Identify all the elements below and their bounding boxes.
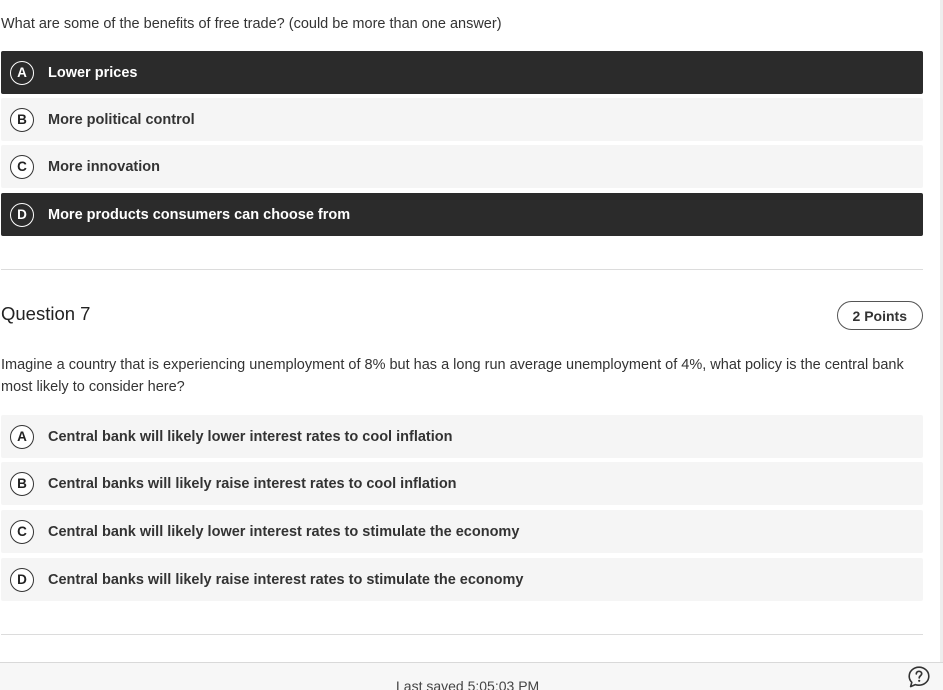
question-6-option-c[interactable]: C More innovation [1,145,923,188]
option-letter-badge: D [10,202,34,227]
question-7-title: Question 7 [1,303,91,324]
option-label: Central banks will likely raise interest… [48,571,524,588]
question-6-prompt: What are some of the benefits of free tr… [1,16,502,32]
option-label: More political control [48,111,195,128]
option-letter-badge: D [10,567,34,592]
question-7-option-c[interactable]: C Central bank will likely lower interes… [1,510,923,553]
footer-bar: Last saved 5:05:03 PM [0,662,943,690]
form-page: What are some of the benefits of free tr… [0,0,943,690]
last-saved-status: Last saved 5:05:03 PM [396,678,540,690]
option-label: More innovation [48,158,160,175]
option-label: Central bank will likely lower interest … [48,428,453,445]
help-question-icon[interactable] [907,665,931,689]
question-6-option-d[interactable]: D More products consumers can choose fro… [1,193,923,236]
option-letter-badge: B [10,471,34,496]
option-label: Central banks will likely raise interest… [48,475,457,492]
option-letter-badge: A [10,60,34,85]
question-divider [1,269,923,270]
question-6-option-a[interactable]: A Lower prices [1,51,923,94]
question-divider [1,634,923,635]
question-7-option-b[interactable]: B Central banks will likely raise intere… [1,462,923,505]
option-letter-badge: C [10,519,34,544]
question-7-option-a[interactable]: A Central bank will likely lower interes… [1,415,923,458]
question-6-option-b[interactable]: B More political control [1,98,923,141]
option-letter-badge: C [10,154,34,179]
points-badge: 2 Points [836,301,923,330]
question-7-option-d[interactable]: D Central banks will likely raise intere… [1,558,923,601]
option-label: Lower prices [48,64,138,81]
question-7-prompt: Imagine a country that is experiencing u… [1,357,904,395]
option-letter-badge: B [10,107,34,132]
option-label: More products consumers can choose from [48,206,351,223]
help-question-icon-graphic [908,666,930,688]
option-letter-badge: A [10,424,34,449]
option-label: Central bank will likely lower interest … [48,523,520,540]
